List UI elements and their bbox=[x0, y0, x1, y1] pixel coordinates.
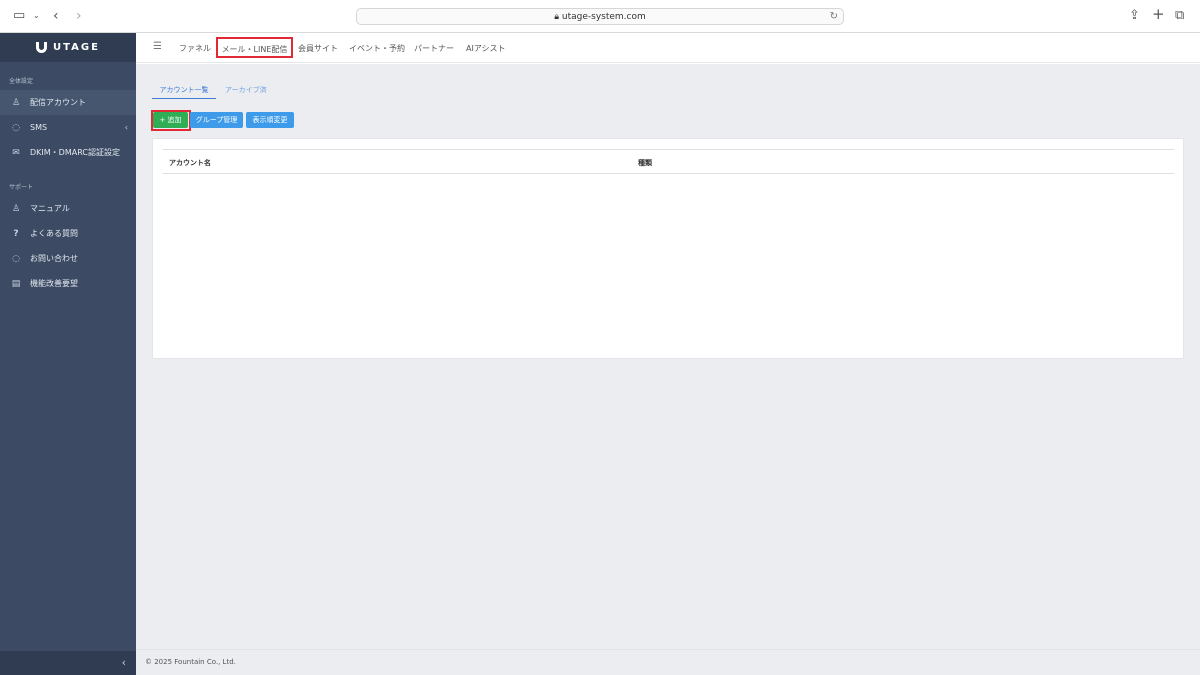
hamburger-menu-icon[interactable]: ☰ bbox=[153, 41, 162, 52]
sidebar-item-contact[interactable]: ◌ お問い合わせ bbox=[0, 246, 136, 271]
group-management-button[interactable]: グループ管理 bbox=[190, 112, 243, 128]
sidebar-item-dkim-dmarc[interactable]: ✉ DKIM・DMARC認証設定 bbox=[0, 140, 136, 165]
new-tab-icon[interactable]: + bbox=[1152, 6, 1165, 22]
sidebar-item-feature-request[interactable]: ▤ 機能改善要望 bbox=[0, 271, 136, 296]
mail-icon: ✉ bbox=[12, 147, 20, 158]
sidebar-item-label: 機能改善要望 bbox=[30, 279, 78, 288]
logo-text: UTAGE bbox=[53, 42, 100, 53]
table-header: アカウント名 種類 bbox=[163, 149, 1174, 174]
reload-icon[interactable]: ↻ bbox=[830, 10, 838, 24]
share-icon[interactable]: ⇪ bbox=[1129, 8, 1140, 24]
sidebar-footer: ‹ bbox=[0, 651, 136, 675]
forward-icon[interactable]: › bbox=[76, 8, 82, 24]
sidebar: UTAGE 全体設定 ♙ 配信アカウント ◌ SMS ‹ ✉ DKIM・DMAR… bbox=[0, 33, 136, 675]
column-type[interactable]: 種類 bbox=[638, 158, 652, 168]
top-navigation: ☰ ファネル メール・LINE配信 会員サイト イベント・予約 パートナー AI… bbox=[136, 33, 1200, 63]
browser-toolbar: ▭ ⌄ ‹ › 🔒︎ utage-system.com ↻ ⇪ + ⧉ bbox=[0, 0, 1200, 33]
chevron-left-icon: ‹ bbox=[124, 123, 128, 132]
user-icon: ♙ bbox=[11, 203, 21, 214]
section-label-settings: 全体設定 bbox=[9, 78, 34, 85]
tab-archived[interactable]: アーカイブ済 bbox=[225, 85, 267, 99]
section-label-support: サポート bbox=[9, 184, 34, 191]
tab-account-list[interactable]: アカウント一覧 bbox=[152, 85, 216, 99]
logo[interactable]: UTAGE bbox=[0, 33, 136, 62]
sidebar-item-label: SMS bbox=[30, 123, 48, 132]
page-footer: © 2025 Fountain Co., Ltd. bbox=[136, 649, 1200, 675]
copyright-text: © 2025 Fountain Co., Ltd. bbox=[145, 658, 236, 666]
tabs-overview-icon[interactable]: ⧉ bbox=[1175, 8, 1184, 24]
sidebar-item-label: 配信アカウント bbox=[30, 98, 86, 107]
address-bar[interactable]: 🔒︎ utage-system.com ↻ bbox=[356, 8, 844, 25]
topnav-partner[interactable]: パートナー bbox=[414, 43, 454, 54]
accounts-card: アカウント名 種類 bbox=[152, 138, 1184, 359]
sidebar-item-faq[interactable]: ? よくある質問 bbox=[0, 221, 136, 246]
sidebar-item-label: お問い合わせ bbox=[30, 254, 78, 263]
sidebar-item-delivery-accounts[interactable]: ♙ 配信アカウント bbox=[0, 90, 136, 115]
topnav-events[interactable]: イベント・予約 bbox=[349, 43, 405, 54]
url-text: 🔒︎ utage-system.com bbox=[357, 10, 843, 24]
topnav-mail-line[interactable]: メール・LINE配信 bbox=[216, 37, 293, 58]
sidebar-toggle-icon[interactable]: ▭ bbox=[13, 8, 25, 24]
main-content: アカウント一覧 アーカイブ済 + 追加 グループ管理 表示順変更 アカウント名 … bbox=[136, 64, 1200, 649]
chat-icon: ◌ bbox=[12, 122, 20, 133]
topnav-funnel[interactable]: ファネル bbox=[179, 43, 211, 54]
topnav-member-site[interactable]: 会員サイト bbox=[298, 43, 338, 54]
add-button[interactable]: + 追加 bbox=[153, 112, 188, 128]
sidebar-item-label: よくある質問 bbox=[30, 229, 78, 238]
chat-icon: ◌ bbox=[12, 253, 20, 264]
column-account-name[interactable]: アカウント名 bbox=[169, 158, 211, 168]
collapse-sidebar-icon[interactable]: ‹ bbox=[122, 656, 126, 669]
sidebar-item-sms[interactable]: ◌ SMS ‹ bbox=[0, 115, 136, 140]
document-icon: ▤ bbox=[11, 278, 21, 289]
back-icon[interactable]: ‹ bbox=[53, 8, 59, 24]
chevron-down-icon[interactable]: ⌄ bbox=[33, 8, 40, 24]
topnav-ai-assist[interactable]: AIアシスト bbox=[466, 43, 506, 54]
lock-icon: 🔒︎ bbox=[554, 12, 560, 22]
sidebar-item-label: マニュアル bbox=[30, 204, 70, 213]
display-order-button[interactable]: 表示順変更 bbox=[246, 112, 294, 128]
question-icon: ? bbox=[13, 228, 19, 239]
sidebar-item-label: DKIM・DMARC認証設定 bbox=[30, 148, 120, 157]
url-value: utage-system.com bbox=[561, 12, 646, 22]
sidebar-item-manual[interactable]: ♙ マニュアル bbox=[0, 196, 136, 221]
user-icon: ♙ bbox=[11, 97, 21, 108]
utage-logo-icon bbox=[36, 42, 48, 53]
